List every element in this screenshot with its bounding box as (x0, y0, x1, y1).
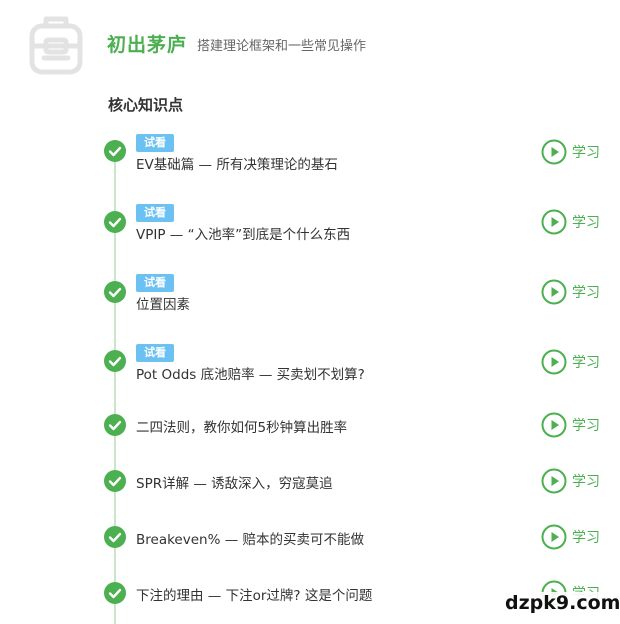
check-circle-icon (104, 140, 126, 162)
lesson-title[interactable]: EV基础篇 — 所有决策理论的基石 (136, 153, 338, 173)
play-circle-icon (541, 468, 567, 494)
lesson-title[interactable]: Breakeven% — 赔本的买卖可不能做 (136, 528, 364, 548)
play-circle-icon (541, 524, 567, 550)
watermark: dzpk9.com (497, 588, 620, 622)
learn-button-label: 学习 (572, 474, 600, 490)
lesson-title[interactable]: 二四法则，教你如何5秒钟算出胜率 (136, 416, 347, 436)
trial-badge: 试看 (136, 344, 174, 362)
lesson-title[interactable]: 位置因素 (136, 293, 190, 313)
trial-badge: 试看 (136, 134, 174, 152)
learn-button[interactable]: 学习 (541, 412, 611, 438)
course-page: 初出茅庐 搭建理论框架和一些常见操作 核心知识点 试看 EV基础篇 — 所有决策理… (0, 0, 620, 624)
lesson-title[interactable]: SPR详解 — 诱敌深入，穷寇莫追 (136, 472, 333, 492)
learn-button-label: 学习 (572, 215, 600, 231)
learn-button[interactable]: 学习 (541, 468, 611, 494)
play-circle-icon (541, 349, 567, 375)
learn-button-label: 学习 (572, 418, 600, 434)
trial-badge: 试看 (136, 204, 174, 222)
check-circle-icon (104, 470, 126, 492)
trial-badge: 试看 (136, 274, 174, 292)
learn-button[interactable]: 学习 (541, 279, 611, 305)
lesson-title[interactable]: Pot Odds 底池赔率 — 买卖划不划算? (136, 363, 365, 383)
lesson-title[interactable]: VPIP — “入池率”到底是个什么东西 (136, 223, 350, 243)
learn-button-label: 学习 (572, 355, 600, 371)
check-circle-icon (104, 211, 126, 233)
play-circle-icon (541, 279, 567, 305)
learn-button-label: 学习 (572, 285, 600, 301)
play-circle-icon (541, 412, 567, 438)
learn-button[interactable]: 学习 (541, 209, 611, 235)
play-circle-icon (541, 209, 567, 235)
check-circle-icon (104, 281, 126, 303)
check-circle-icon (104, 350, 126, 372)
learn-button-label: 学习 (572, 530, 600, 546)
learn-button[interactable]: 学习 (541, 524, 611, 550)
play-circle-icon (541, 139, 567, 165)
check-circle-icon (104, 582, 126, 604)
learn-button-label: 学习 (572, 145, 600, 161)
learn-button[interactable]: 学习 (541, 349, 611, 375)
check-circle-icon (104, 414, 126, 436)
check-circle-icon (104, 526, 126, 548)
lesson-list: 试看 EV基础篇 — 所有决策理论的基石 学习 试看 VPIP — “入池率”到底是个什… (0, 0, 620, 624)
watermark-text: dzpk9.com (505, 592, 620, 614)
learn-button[interactable]: 学习 (541, 139, 611, 165)
lesson-title[interactable]: 下注的理由 — 下注or过牌? 这是个问题 (136, 584, 372, 604)
